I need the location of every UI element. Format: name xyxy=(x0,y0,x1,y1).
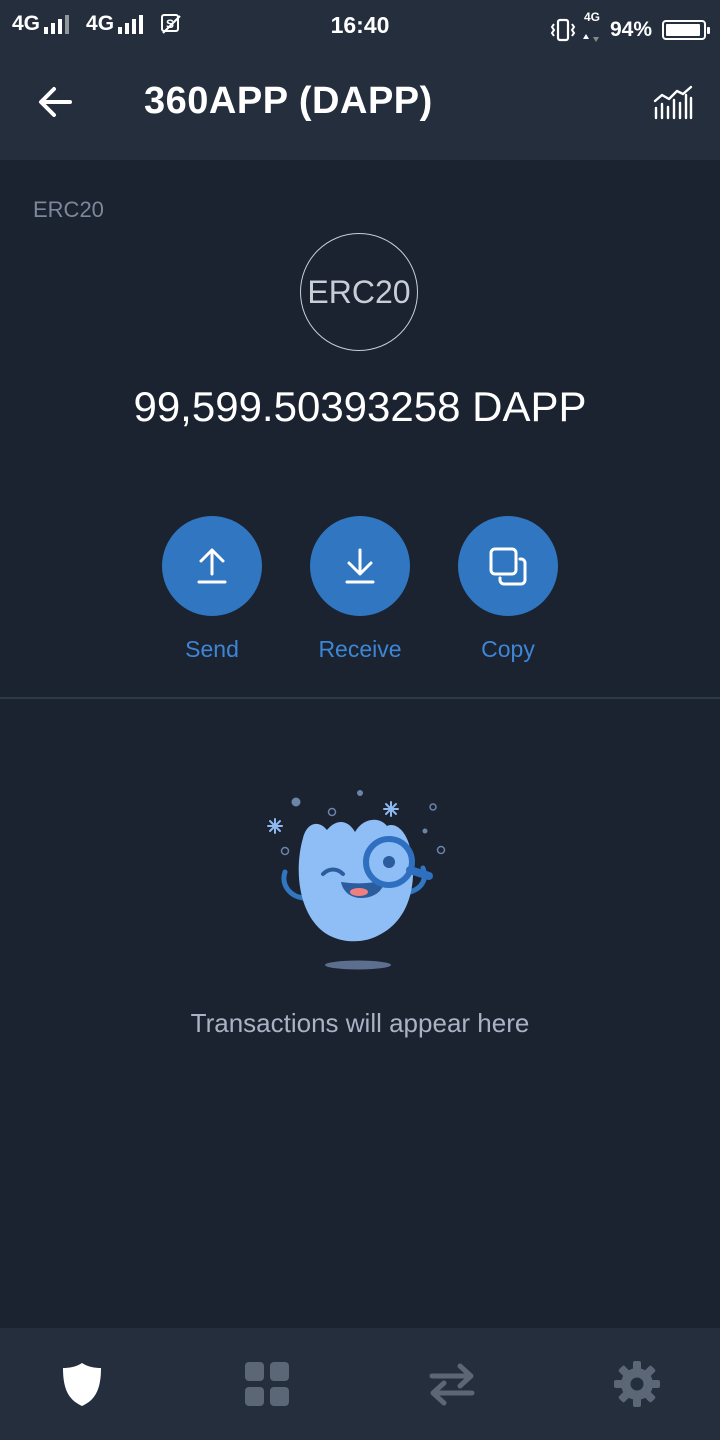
nav-wallet[interactable] xyxy=(56,1358,108,1410)
send-label: Send xyxy=(185,636,239,662)
receive-label: Receive xyxy=(318,636,402,662)
nav-swap[interactable] xyxy=(426,1358,478,1410)
battery-icon xyxy=(662,20,710,40)
page-title: 360APP (DAPP) xyxy=(144,80,433,122)
shield-icon xyxy=(63,1363,101,1406)
vibrate-icon xyxy=(550,18,576,42)
send-button[interactable]: Send xyxy=(162,516,262,663)
empty-transactions-illustration xyxy=(267,790,446,970)
grid-icon xyxy=(245,1362,289,1406)
app-bar: 360APP (DAPP) xyxy=(0,50,720,160)
small-network-label: 4G xyxy=(583,10,600,24)
battery-level xyxy=(666,24,700,36)
chart-icon xyxy=(653,85,693,120)
receive-button[interactable]: Receive xyxy=(310,516,410,663)
data-arrows-icon xyxy=(582,34,599,42)
copy-label: Copy xyxy=(481,636,535,662)
nav-settings[interactable] xyxy=(611,1358,663,1410)
arrow-left-icon xyxy=(39,87,72,117)
copy-icon xyxy=(489,547,527,586)
upload-arrow-icon xyxy=(197,548,227,584)
swap-arrows-icon xyxy=(429,1363,475,1406)
send-circle[interactable] xyxy=(162,516,262,616)
price-chart-button[interactable] xyxy=(652,84,694,124)
token-logo-text: ERC20 xyxy=(307,273,411,310)
bottom-navigation xyxy=(0,1328,720,1440)
token-detail-screen: 4G 4G S 16:40 4G 94% 360APP (DAPP) ERC20… xyxy=(0,0,720,1440)
data-indicator: 4G xyxy=(582,11,602,49)
status-right: 4G 94% xyxy=(550,11,710,49)
section-divider xyxy=(0,697,720,699)
back-button[interactable] xyxy=(34,80,78,124)
gear-icon xyxy=(614,1361,660,1407)
download-arrow-icon xyxy=(345,548,375,584)
token-balance: 99,599.50393258 DAPP xyxy=(133,383,587,430)
nav-dapps[interactable] xyxy=(241,1358,293,1410)
copy-button[interactable]: Copy xyxy=(458,516,558,663)
status-bar: 4G 4G S 16:40 4G 94% xyxy=(0,0,720,50)
empty-transactions-text: Transactions will appear here xyxy=(190,1008,530,1038)
battery-percent: 94% xyxy=(609,18,652,41)
token-logo: ERC20 xyxy=(300,233,418,351)
token-standard-tag: ERC20 xyxy=(33,197,104,222)
copy-circle[interactable] xyxy=(458,516,558,616)
receive-circle[interactable] xyxy=(310,516,410,616)
